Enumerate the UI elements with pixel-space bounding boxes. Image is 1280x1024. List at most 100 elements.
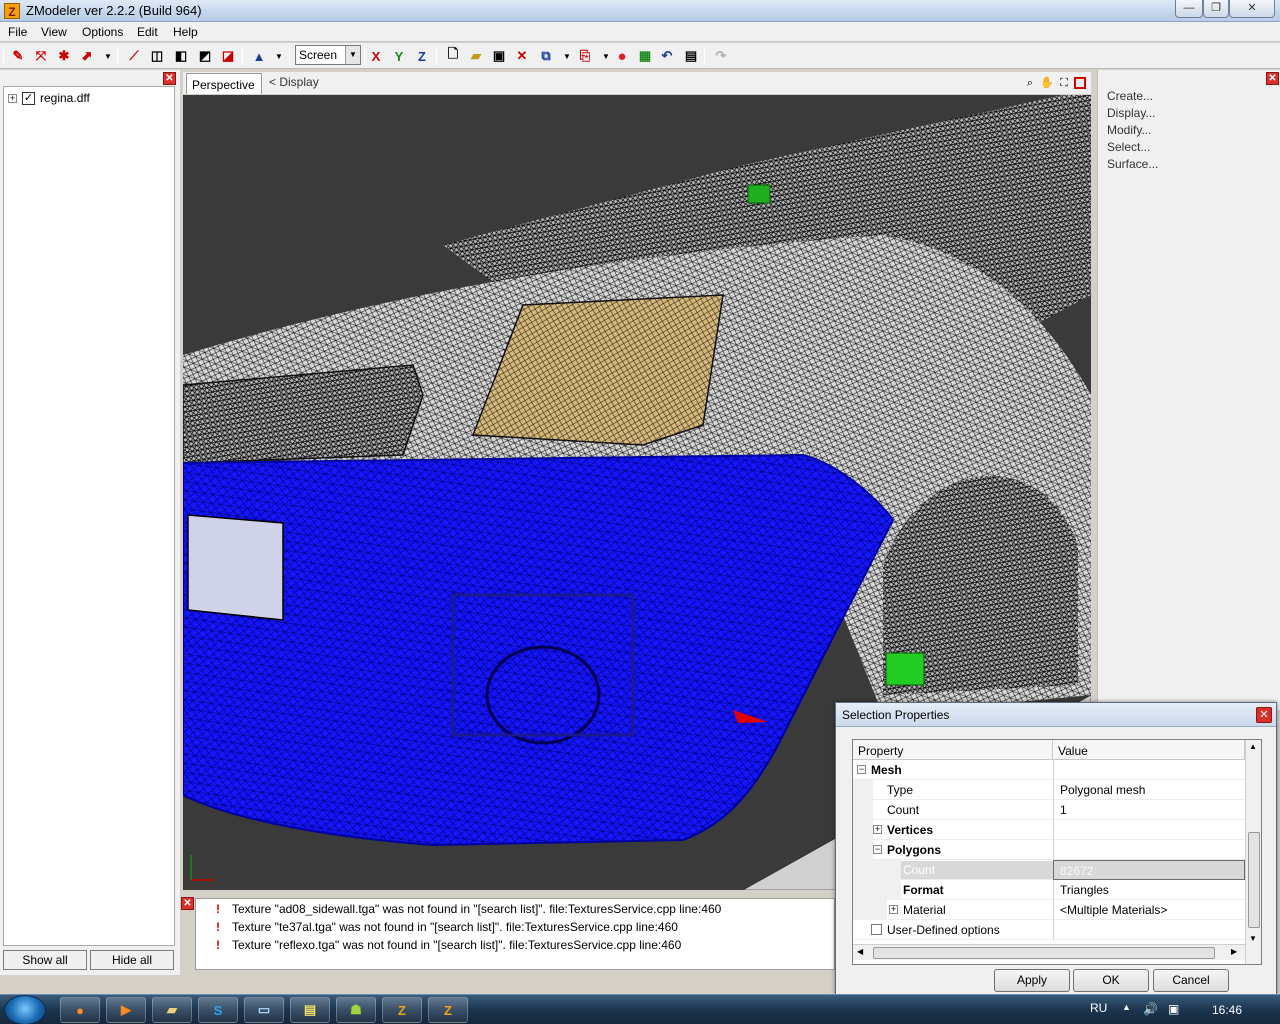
dropdown-arrow-icon[interactable]: ▼ — [270, 47, 288, 65]
stop-icon[interactable] — [1074, 77, 1086, 89]
horizontal-scrollbar[interactable]: ◀ ▶ — [853, 944, 1245, 960]
ok-button[interactable]: OK — [1073, 969, 1149, 992]
property-row[interactable]: − Mesh — [853, 760, 1245, 780]
column-header-property[interactable]: Property — [853, 740, 1053, 760]
scroll-right-icon[interactable]: ▶ — [1231, 947, 1237, 956]
dropdown-arrow-icon[interactable]: ▼ — [99, 47, 117, 65]
undo-icon[interactable]: ↶ — [658, 47, 676, 65]
pan-hand-icon[interactable]: ✋ — [1040, 76, 1054, 90]
move-tool-icon[interactable]: ⤧ — [32, 47, 50, 65]
menu-view[interactable]: View — [41, 25, 67, 39]
figure-tool-icon[interactable]: ✱ — [55, 47, 73, 65]
property-row[interactable]: Format Triangles — [853, 880, 1245, 900]
axis-z-button[interactable]: Z — [413, 47, 431, 65]
tray-expand-icon[interactable]: ▲ — [1122, 1002, 1131, 1012]
cube-edge-icon[interactable]: ◫ — [148, 47, 166, 65]
render-icon[interactable]: ▦ — [636, 47, 654, 65]
select-tool-icon[interactable]: ✎ — [9, 47, 27, 65]
chevron-down-icon[interactable]: ▼ — [345, 46, 360, 64]
vertical-scrollbar[interactable]: ▲ ▼ — [1245, 740, 1261, 964]
menu-options[interactable]: Options — [82, 25, 123, 39]
firefox-icon[interactable]: ● — [60, 997, 100, 1023]
hide-all-button[interactable]: Hide all — [90, 950, 174, 970]
android-icon[interactable]: ☗ — [336, 997, 376, 1023]
maximize-view-icon[interactable]: ⛶ — [1057, 76, 1071, 90]
terminal-icon[interactable]: ▤ — [290, 997, 330, 1023]
coord-mode-select[interactable]: Screen ▼ — [295, 45, 361, 65]
menu-file[interactable]: File — [8, 25, 27, 39]
scroll-thumb[interactable] — [873, 947, 1215, 959]
scale-tool-icon[interactable]: ⬈ — [78, 47, 96, 65]
save-icon[interactable]: ▣ — [490, 47, 508, 65]
property-value[interactable]: 82672 — [1053, 860, 1245, 880]
property-row-selected[interactable]: Count 82672 — [853, 860, 1245, 880]
property-value[interactable]: 1 — [1053, 800, 1245, 820]
property-grid[interactable]: Property Value − Mesh Type Polygonal mes… — [852, 739, 1262, 965]
cancel-button[interactable]: Cancel — [1153, 969, 1229, 992]
language-indicator[interactable]: RU — [1090, 1001, 1107, 1015]
close-icon[interactable]: ✕ — [1256, 707, 1272, 723]
zmodeler-icon[interactable]: Z — [428, 997, 468, 1023]
command-select[interactable]: Select... — [1107, 140, 1150, 154]
scroll-left-icon[interactable]: ◀ — [857, 947, 863, 956]
media-player-icon[interactable]: ▶ — [106, 997, 146, 1023]
property-value[interactable] — [1053, 840, 1245, 860]
collapse-icon[interactable]: − — [857, 765, 866, 774]
explorer-icon[interactable]: ▰ — [152, 997, 192, 1023]
delete-icon[interactable]: ✕ — [513, 47, 531, 65]
close-icon[interactable]: ✕ — [1266, 72, 1279, 85]
vertex-mode-icon[interactable]: ⟋ — [125, 47, 143, 65]
scroll-thumb[interactable] — [1248, 832, 1260, 928]
skype-icon[interactable]: S — [198, 997, 238, 1023]
cube-face-icon[interactable]: ◧ — [172, 47, 190, 65]
expand-icon[interactable]: + — [873, 825, 882, 834]
apply-button[interactable]: Apply — [994, 969, 1070, 992]
property-value[interactable]: <Multiple Materials> — [1053, 900, 1245, 920]
volume-icon[interactable]: 🔊 — [1143, 1002, 1158, 1016]
zoom-icon[interactable]: ⌕ — [1023, 76, 1037, 90]
clock[interactable]: 16:46 — [1212, 1003, 1242, 1017]
show-all-button[interactable]: Show all — [3, 950, 87, 970]
maximize-button[interactable]: ❐ — [1203, 0, 1229, 18]
property-value[interactable]: Triangles — [1053, 880, 1245, 900]
open-folder-icon[interactable]: ▰ — [467, 47, 485, 65]
property-row[interactable]: Type Polygonal mesh — [853, 780, 1245, 800]
tab-perspective[interactable]: Perspective — [186, 73, 262, 94]
command-modify[interactable]: Modify... — [1107, 123, 1151, 137]
axis-y-button[interactable]: Y — [390, 47, 408, 65]
cursor-icon[interactable]: ▲ — [250, 47, 268, 65]
redo-icon[interactable]: ↷ — [712, 47, 730, 65]
zmodeler-icon[interactable]: Z — [382, 997, 422, 1023]
start-button[interactable] — [4, 995, 46, 1024]
property-value[interactable] — [1053, 820, 1245, 840]
cube-object-icon[interactable]: ◩ — [196, 47, 214, 65]
property-row[interactable]: + Material <Multiple Materials> — [853, 900, 1245, 920]
property-value[interactable] — [1053, 760, 1245, 780]
property-row[interactable]: Count 1 — [853, 800, 1245, 820]
window-icon[interactable]: ▭ — [244, 997, 284, 1023]
close-icon[interactable]: ✕ — [181, 897, 194, 910]
menu-edit[interactable]: Edit — [137, 25, 158, 39]
cube-hide-icon[interactable]: ◪ — [219, 47, 237, 65]
visibility-checkbox[interactable]: ✓ — [22, 91, 35, 105]
expand-icon[interactable]: + — [889, 905, 898, 914]
display-toggle[interactable]: < Display — [269, 75, 319, 89]
tree-item[interactable]: + ✓ regina.dff — [8, 91, 90, 105]
property-row[interactable]: − Polygons — [853, 840, 1245, 860]
command-surface[interactable]: Surface... — [1107, 157, 1158, 171]
scene-tree[interactable]: + ✓ regina.dff — [3, 86, 175, 946]
command-create[interactable]: Create... — [1107, 89, 1153, 103]
minimize-button[interactable]: — — [1175, 0, 1203, 18]
column-header-value[interactable]: Value — [1053, 740, 1245, 760]
property-value[interactable]: Polygonal mesh — [1053, 780, 1245, 800]
network-icon[interactable]: ▣ — [1168, 1002, 1179, 1016]
import-icon[interactable]: ⧉ — [537, 47, 555, 65]
scroll-up-icon[interactable]: ▲ — [1249, 742, 1257, 751]
command-display[interactable]: Display... — [1107, 106, 1155, 120]
close-icon[interactable]: ✕ — [163, 72, 176, 85]
new-file-icon[interactable]: 🗋 — [444, 46, 462, 65]
property-row[interactable]: User-Defined options — [853, 920, 1245, 940]
menu-help[interactable]: Help — [173, 25, 198, 39]
dropdown-arrow-icon[interactable]: ▼ — [558, 47, 576, 65]
property-value[interactable] — [1053, 920, 1245, 940]
